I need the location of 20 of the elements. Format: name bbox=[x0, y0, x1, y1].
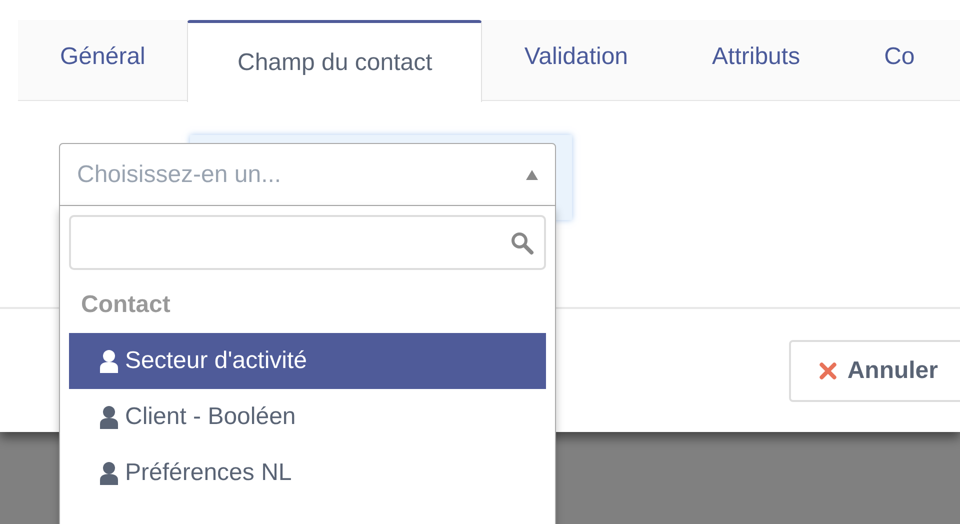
tab[interactable]: Général bbox=[18, 20, 188, 100]
tab[interactable]: Attributs bbox=[670, 20, 842, 100]
group-label: Contact bbox=[80, 290, 172, 320]
tab[interactable]: Validation bbox=[482, 20, 670, 100]
option-label: Préférences NL bbox=[125, 458, 292, 488]
tab[interactable]: Co bbox=[842, 20, 957, 100]
user-icon bbox=[99, 461, 119, 485]
user-icon bbox=[99, 349, 119, 373]
option-label: Secteur d'activité bbox=[125, 346, 308, 376]
user-icon bbox=[99, 405, 119, 429]
search-field[interactable] bbox=[69, 215, 546, 270]
dropdown-option[interactable]: Client - Booléen bbox=[69, 389, 546, 445]
tab[interactable]: Champ du contact bbox=[187, 20, 482, 102]
search-icon bbox=[510, 230, 534, 254]
option-label: Client - Booléen bbox=[125, 402, 296, 432]
cancel-button[interactable]: Annuler bbox=[789, 340, 960, 402]
dropdown-option[interactable]: Préférences NL bbox=[69, 445, 546, 501]
dropdown-option[interactable]: Secteur d'activité bbox=[69, 333, 546, 389]
close-icon bbox=[819, 362, 838, 380]
select-placeholder: Choisissez-en un... bbox=[77, 160, 282, 190]
